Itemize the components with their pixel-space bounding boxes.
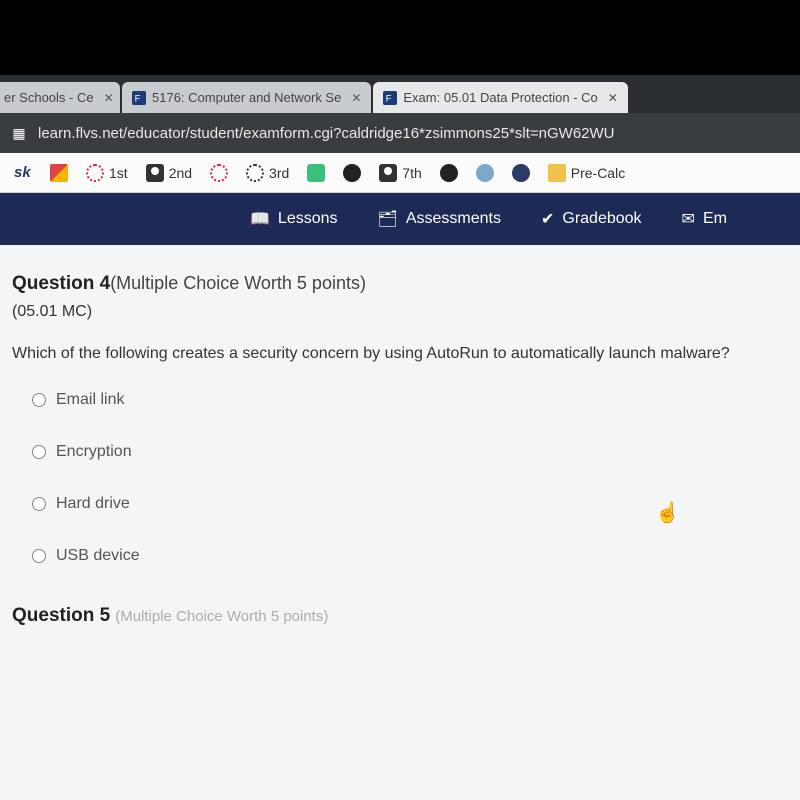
folder-icon	[548, 164, 566, 182]
bookmark-frog[interactable]	[476, 164, 494, 182]
option-c[interactable]: Hard drive	[32, 495, 782, 513]
bookmarks-bar: sk 1st 2nd 3rd 7th Pre-Calc	[0, 153, 800, 193]
close-icon[interactable]: ✕	[104, 91, 114, 105]
question-meta: (Multiple Choice Worth 5 points)	[115, 608, 328, 625]
url-text: learn.flvs.net/educator/student/examform…	[38, 125, 615, 142]
bookmark-globe2[interactable]	[440, 164, 458, 182]
bookmark-globe[interactable]	[343, 164, 361, 182]
bookmark-label: 7th	[402, 165, 421, 181]
bookmark-label: 2nd	[169, 165, 192, 181]
bookmark-precalc[interactable]: Pre-Calc	[548, 164, 625, 182]
option-label: Encryption	[56, 443, 132, 461]
app-icon	[476, 164, 494, 182]
bookmark-label: Pre-Calc	[571, 165, 625, 181]
bookmark-3rd[interactable]: 3rd	[246, 164, 289, 182]
app-icon	[512, 164, 530, 182]
inbox-icon: 🗂	[378, 209, 398, 229]
mail-icon: ✉	[682, 209, 695, 229]
bookmark-circle-a[interactable]	[210, 164, 228, 182]
nav-assessments[interactable]: 🗂 Assessments	[378, 209, 501, 229]
question-header: Question 4(Multiple Choice Worth 5 point…	[12, 273, 782, 295]
bookmark-7th[interactable]: 7th	[379, 164, 421, 182]
site-info-icon[interactable]: ▦	[10, 124, 28, 142]
nav-label: Gradebook	[562, 210, 641, 228]
close-icon[interactable]: ✕	[608, 91, 618, 105]
gmail-icon	[50, 164, 68, 182]
book-icon: 📖	[250, 209, 270, 229]
circle-icon	[86, 164, 104, 182]
globe-icon	[440, 164, 458, 182]
nav-gradebook[interactable]: ✔ Gradebook	[541, 209, 642, 229]
radio-icon[interactable]	[32, 497, 46, 511]
shield-icon	[307, 164, 325, 182]
circle-icon	[246, 164, 264, 182]
check-icon: ✔	[541, 209, 554, 229]
tab-title: er Schools - Ce	[4, 90, 94, 105]
sky-icon: sk	[14, 164, 32, 182]
svg-text:F: F	[386, 93, 392, 104]
option-label: USB device	[56, 547, 140, 565]
bookmark-ball[interactable]	[512, 164, 530, 182]
question-code: (05.01 MC)	[12, 303, 782, 321]
option-label: Email link	[56, 391, 124, 409]
option-b[interactable]: Encryption	[32, 443, 782, 461]
nav-label: Lessons	[278, 210, 338, 228]
option-label: Hard drive	[56, 495, 130, 513]
tab-title: 5176: Computer and Network Se	[152, 90, 341, 105]
question-text: Which of the following creates a securit…	[12, 345, 782, 363]
browser-tab-2[interactable]: F Exam: 05.01 Data Protection - Co ✕	[373, 82, 627, 113]
option-a[interactable]: Email link	[32, 391, 782, 409]
browser-tabbar: er Schools - Ce ✕ F 5176: Computer and N…	[0, 75, 800, 113]
question-number: Question 4	[12, 273, 110, 294]
bookmark-green[interactable]	[307, 164, 325, 182]
person-icon	[146, 164, 164, 182]
answer-options: Email link Encryption Hard drive USB dev…	[12, 391, 782, 565]
bookmark-1st[interactable]: 1st	[86, 164, 128, 182]
person-icon	[379, 164, 397, 182]
exam-content: Question 4(Multiple Choice Worth 5 point…	[0, 245, 800, 800]
address-bar[interactable]: ▦ learn.flvs.net/educator/student/examfo…	[0, 113, 800, 153]
browser-tab-1[interactable]: F 5176: Computer and Network Se ✕	[122, 82, 371, 113]
radio-icon[interactable]	[32, 445, 46, 459]
globe-icon	[343, 164, 361, 182]
bookmark-label: 3rd	[269, 165, 289, 181]
app-nav: 📖 Lessons 🗂 Assessments ✔ Gradebook ✉ Em	[0, 193, 800, 245]
bookmark-2nd[interactable]: 2nd	[146, 164, 192, 182]
tab-title: Exam: 05.01 Data Protection - Co	[403, 90, 597, 105]
nav-email[interactable]: ✉ Em	[682, 209, 727, 229]
favicon-icon: F	[132, 91, 146, 105]
nav-label: Assessments	[406, 210, 501, 228]
favicon-icon: F	[383, 91, 397, 105]
question-meta: (Multiple Choice Worth 5 points)	[110, 273, 366, 293]
nav-label: Em	[703, 210, 727, 228]
radio-icon[interactable]	[32, 549, 46, 563]
question-5-header: Question 5 (Multiple Choice Worth 5 poin…	[12, 605, 782, 627]
bookmark-label: 1st	[109, 165, 128, 181]
browser-window: er Schools - Ce ✕ F 5176: Computer and N…	[0, 75, 800, 800]
option-d[interactable]: USB device	[32, 547, 782, 565]
bookmark-sky[interactable]: sk	[14, 164, 32, 182]
bookmark-gmail[interactable]	[50, 164, 68, 182]
svg-text:F: F	[135, 93, 141, 104]
browser-tab-0[interactable]: er Schools - Ce ✕	[0, 82, 120, 113]
question-number: Question 5	[12, 605, 110, 626]
nav-lessons[interactable]: 📖 Lessons	[250, 209, 338, 229]
circle-icon	[210, 164, 228, 182]
close-icon[interactable]: ✕	[351, 91, 361, 105]
radio-icon[interactable]	[32, 393, 46, 407]
